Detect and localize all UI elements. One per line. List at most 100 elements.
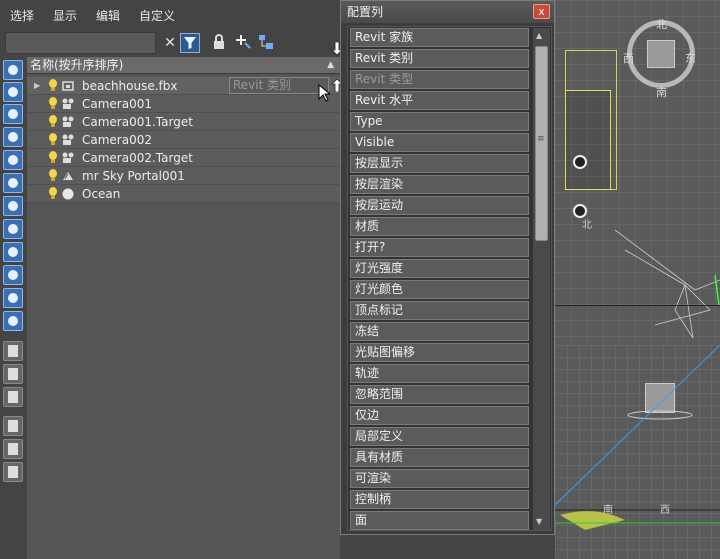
viewport-top[interactable]: 北 北 南 西 东 — [555, 0, 720, 345]
column-item[interactable]: 光贴图偏移 — [350, 343, 529, 362]
list-item[interactable]: Camera002.Target — [27, 149, 340, 167]
column-item[interactable]: Type — [350, 112, 529, 131]
column-item[interactable]: 按层显示 — [350, 154, 529, 173]
close-button[interactable]: x — [533, 4, 550, 19]
bulb-icon[interactable] — [48, 133, 58, 146]
menu-edit[interactable]: 编辑 — [96, 7, 120, 24]
column-list-scrollbar[interactable]: ▲ ≡ ▼ — [533, 28, 550, 530]
mouse-cursor-icon — [318, 84, 330, 102]
list-item[interactable]: Camera001.Target — [27, 113, 340, 131]
display-xrefs-icon[interactable] — [3, 242, 23, 262]
bulb-icon[interactable] — [48, 97, 58, 110]
scene-wireframe — [615, 229, 720, 339]
camera-icon — [62, 134, 74, 145]
viewport-divider — [555, 305, 720, 306]
object-name: Camera001 — [82, 97, 152, 111]
display-bones-icon[interactable] — [3, 265, 23, 285]
column-item[interactable]: Revit 家族 — [350, 28, 529, 47]
scroll-up-icon[interactable]: ▲ — [536, 31, 542, 40]
column-item[interactable]: Revit 类型 — [350, 70, 529, 89]
bulb-icon[interactable] — [48, 151, 58, 164]
display-helpers-icon[interactable] — [3, 173, 23, 193]
column-item[interactable]: 按层渲染 — [350, 175, 529, 194]
model-inner-outline — [565, 90, 611, 190]
column-item[interactable]: 轨迹 — [350, 364, 529, 383]
compass-east: 东 — [685, 52, 696, 65]
column-item[interactable]: Revit 类别 — [350, 49, 529, 68]
dialog-title-bar[interactable]: 配置列 x — [341, 1, 554, 23]
configure-columns-dialog: 配置列 x Revit 家族 Revit 类别 Revit 类型 Revit 水… — [340, 0, 555, 535]
select-all-icon[interactable] — [3, 341, 23, 361]
filter-icon[interactable] — [180, 33, 200, 53]
viewcube-box[interactable] — [647, 40, 675, 68]
sky-portal-icon — [63, 172, 73, 180]
viewport-perspective[interactable]: 南 西 — [555, 345, 720, 559]
display-cameras-icon[interactable] — [3, 150, 23, 170]
column-item[interactable]: Visible — [350, 133, 529, 152]
column-item[interactable]: 局部定义 — [350, 427, 529, 446]
list-item[interactable]: Camera002 — [27, 131, 340, 149]
column-item[interactable]: 冻结 — [350, 322, 529, 341]
link-icon[interactable] — [256, 33, 276, 53]
bulb-icon[interactable] — [48, 115, 58, 128]
lock-icon[interactable] — [209, 33, 229, 53]
object-name: beachhouse.fbx — [82, 79, 178, 93]
column-item[interactable]: 具有材质 — [350, 448, 529, 467]
view-label-north: 北 — [582, 220, 592, 231]
select-none-icon[interactable] — [3, 364, 23, 384]
column-item[interactable]: 仅边 — [350, 406, 529, 425]
sync-selection-icon[interactable] — [3, 462, 23, 482]
column-item[interactable]: 顶点标记 — [350, 301, 529, 320]
name-column-header[interactable]: 名称(按升序排序) ▲ — [27, 57, 340, 74]
list-item[interactable]: mr Sky Portal001 — [27, 167, 340, 185]
display-shapes-icon[interactable] — [3, 104, 23, 124]
camera-gizmo-icon — [573, 155, 587, 169]
perspective-label-south: 南 — [603, 505, 613, 516]
object-name: Ocean — [82, 187, 121, 201]
menu-customize[interactable]: 自定义 — [139, 7, 175, 24]
column-item[interactable]: 打开? — [350, 238, 529, 257]
camera-target-icon — [62, 152, 74, 163]
column-item[interactable]: 可渲染 — [350, 469, 529, 488]
menu-display[interactable]: 显示 — [53, 7, 77, 24]
bulb-icon[interactable] — [48, 79, 58, 92]
camera-icon — [62, 98, 74, 109]
bulb-icon[interactable] — [48, 169, 58, 182]
filter-toggle-icon[interactable] — [3, 416, 23, 436]
column-item[interactable]: 面 — [350, 511, 529, 530]
search-input[interactable] — [5, 32, 156, 54]
list-item[interactable]: Camera001 — [27, 95, 340, 113]
menu-select[interactable]: 选择 — [10, 7, 34, 24]
display-lights-icon[interactable] — [3, 127, 23, 147]
column-item[interactable]: 控制柄 — [350, 490, 529, 509]
add-icon[interactable] — [233, 33, 253, 53]
compass-south: 南 — [656, 86, 667, 99]
close-icon[interactable]: ✕ — [160, 33, 180, 53]
column-item[interactable]: 灯光颜色 — [350, 280, 529, 299]
menu-bar: 选择 显示 编辑 自定义 — [0, 0, 340, 30]
display-spacewarps-icon[interactable] — [3, 196, 23, 216]
bulb-icon[interactable] — [48, 187, 58, 200]
filter-sidebar — [0, 56, 26, 559]
add-plus-icon — [236, 35, 251, 49]
display-frozen-icon[interactable] — [3, 311, 23, 331]
display-groups-icon[interactable] — [3, 219, 23, 239]
scroll-down-icon[interactable]: ▼ — [536, 517, 542, 526]
column-item[interactable]: 材质 — [350, 217, 529, 236]
display-geometry-icon[interactable] — [3, 82, 23, 102]
camera-target-icon — [62, 116, 74, 127]
padlock-icon — [214, 34, 224, 49]
column-item[interactable]: 忽略范围 — [350, 385, 529, 404]
compass-west: 西 — [623, 52, 634, 65]
expand-arrow-icon[interactable]: ▶ — [34, 77, 40, 95]
column-item[interactable]: Revit 水平 — [350, 91, 529, 110]
display-all-icon[interactable] — [3, 60, 23, 80]
object-name: Camera002 — [82, 133, 152, 147]
display-containers-icon[interactable] — [3, 288, 23, 308]
column-item[interactable]: 灯光强度 — [350, 259, 529, 278]
list-item[interactable]: Ocean — [27, 185, 340, 203]
scroll-grip-icon: ≡ — [537, 134, 545, 144]
select-invert-icon[interactable] — [3, 387, 23, 407]
column-item[interactable]: 按层运动 — [350, 196, 529, 215]
filter-options-icon[interactable] — [3, 439, 23, 459]
